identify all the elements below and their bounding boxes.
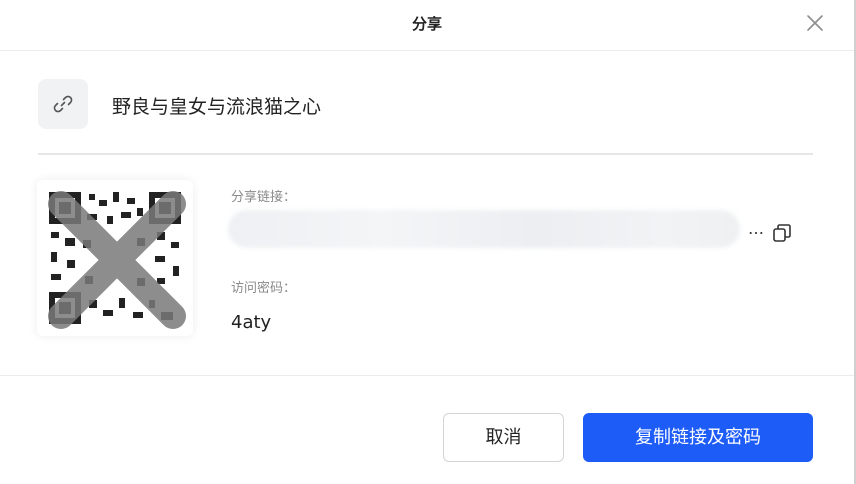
section-divider	[38, 153, 813, 155]
cancel-button[interactable]: 取消	[443, 413, 564, 462]
qr-code-redacted	[37, 180, 193, 336]
copy-icon[interactable]	[771, 222, 793, 248]
file-name: 野良与皇女与流浪猫之心	[112, 96, 322, 118]
share-link-value-redacted[interactable]	[228, 210, 740, 248]
password-label: 访问密码：	[231, 281, 297, 296]
share-dialog: 分享 野良与皇女与流浪猫之心 分享链接： … 访问密码： 4aty 取消 复制链…	[0, 0, 856, 484]
link-icon	[38, 79, 88, 129]
dialog-title: 分享	[411, 15, 442, 33]
copy-link-and-password-button[interactable]: 复制链接及密码	[583, 413, 813, 462]
link-ellipsis: …	[748, 219, 764, 238]
share-link-label: 分享链接：	[231, 190, 297, 205]
footer-divider	[0, 375, 854, 376]
password-value: 4aty	[231, 312, 272, 333]
close-icon[interactable]	[804, 12, 826, 34]
dialog-header: 分享	[0, 0, 854, 51]
